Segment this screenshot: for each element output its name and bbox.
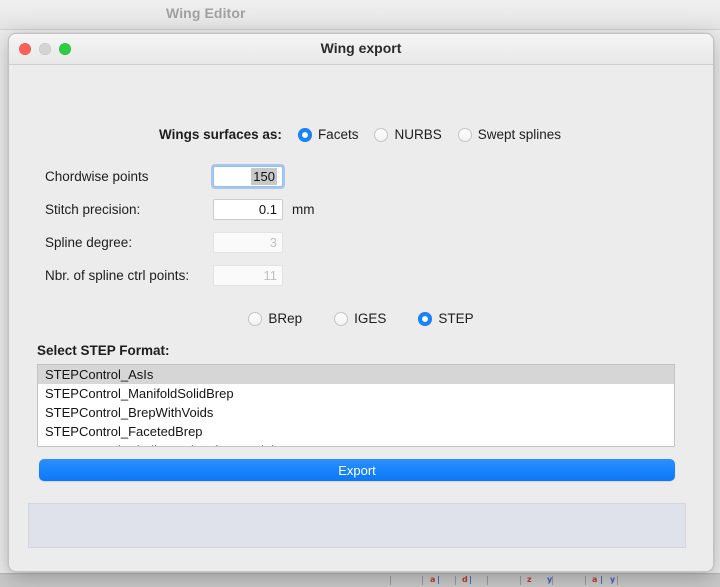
spline-degree-input: 3 xyxy=(213,232,283,253)
wings-surfaces-row: Wings surfaces as: Facets NURBS Swept sp… xyxy=(9,127,713,142)
radio-format-iges[interactable]: IGES xyxy=(334,311,386,326)
radio-format-brep[interactable]: BRep xyxy=(248,311,302,326)
field-label: Stitch precision: xyxy=(45,202,213,217)
stitch-precision-input[interactable]: 0.1 xyxy=(213,199,283,220)
parameter-fields: Chordwise points 150 Stitch precision: 0… xyxy=(9,160,713,292)
clear-output-button[interactable]: Clear output xyxy=(35,571,132,572)
radio-label: BRep xyxy=(268,311,302,326)
ruler-mark: a xyxy=(430,575,435,585)
radio-label: NURBS xyxy=(394,127,441,142)
radio-format-step[interactable]: STEP xyxy=(418,311,473,326)
field-value: 150 xyxy=(251,168,277,185)
radio-surface-nurbs[interactable]: NURBS xyxy=(374,127,441,142)
radio-label: Swept splines xyxy=(478,127,561,142)
radio-dot-icon xyxy=(458,128,472,142)
field-value: 11 xyxy=(219,266,277,285)
list-item[interactable]: STEPControl_ShellBasedSurfaceModel xyxy=(38,441,674,447)
screen: Wing Editor a | d | z y a | y xyxy=(0,0,720,587)
radio-dot-icon xyxy=(374,128,388,142)
ruler-mark: d xyxy=(462,575,468,585)
radio-label: Facets xyxy=(318,127,359,142)
list-item[interactable]: STEPControl_ManifoldSolidBrep xyxy=(38,384,674,403)
wings-surfaces-label: Wings surfaces as: xyxy=(159,127,282,142)
ruler-mark: y xyxy=(547,575,552,585)
radio-dot-icon xyxy=(248,312,262,326)
spline-ctrl-points-input: 11 xyxy=(213,265,283,286)
field-row-stitch-precision: Stitch precision: 0.1 mm xyxy=(9,193,713,226)
dialog-title: Wing export xyxy=(9,40,713,56)
select-step-format-label: Select STEP Format: xyxy=(37,343,170,358)
output-log-pane[interactable] xyxy=(28,503,686,548)
chordwise-points-input[interactable]: 150 xyxy=(213,166,283,187)
field-row-chordwise-points: Chordwise points 150 xyxy=(9,160,713,193)
radio-dot-icon xyxy=(298,128,312,142)
ruler-mark: | xyxy=(437,575,440,585)
step-format-list[interactable]: STEPControl_AsIs STEPControl_ManifoldSol… xyxy=(37,364,675,447)
close-dialog-button[interactable]: Close xyxy=(628,571,687,572)
ruler-mark: y xyxy=(610,575,615,585)
ruler-mark: | xyxy=(469,575,472,585)
field-value: 0.1 xyxy=(219,200,277,219)
background-window-title: Wing Editor xyxy=(166,5,246,21)
list-item[interactable]: STEPControl_AsIs xyxy=(38,365,674,384)
field-label: Spline degree: xyxy=(45,235,213,250)
radio-label: IGES xyxy=(354,311,386,326)
wing-export-dialog: Wing export Wings surfaces as: Facets NU… xyxy=(8,33,714,572)
field-row-spline-degree: Spline degree: 3 xyxy=(9,226,713,259)
field-row-spline-ctrl-points: Nbr. of spline ctrl points: 11 xyxy=(9,259,713,292)
radio-surface-facets[interactable]: Facets xyxy=(298,127,359,142)
background-ruler: a | d | z y a | y xyxy=(0,573,720,587)
ruler-mark: a xyxy=(592,575,597,585)
export-button[interactable]: Export xyxy=(39,459,675,481)
stitch-precision-unit: mm xyxy=(292,202,315,217)
radio-dot-icon xyxy=(418,312,432,326)
export-format-row: BRep IGES STEP xyxy=(9,311,713,326)
field-label: Nbr. of spline ctrl points: xyxy=(45,268,213,283)
radio-dot-icon xyxy=(334,312,348,326)
dialog-body: Wings surfaces as: Facets NURBS Swept sp… xyxy=(9,65,713,571)
background-window-titlebar: Wing Editor xyxy=(0,0,720,30)
radio-surface-swept-splines[interactable]: Swept splines xyxy=(458,127,561,142)
field-label: Chordwise points xyxy=(45,169,213,184)
ruler-mark: z xyxy=(527,575,532,585)
list-item[interactable]: STEPControl_BrepWithVoids xyxy=(38,403,674,422)
list-item[interactable]: STEPControl_FacetedBrep xyxy=(38,422,674,441)
dialog-titlebar[interactable]: Wing export xyxy=(9,34,713,65)
field-value: 3 xyxy=(219,233,277,252)
radio-label: STEP xyxy=(438,311,473,326)
ruler-mark: | xyxy=(600,575,603,585)
